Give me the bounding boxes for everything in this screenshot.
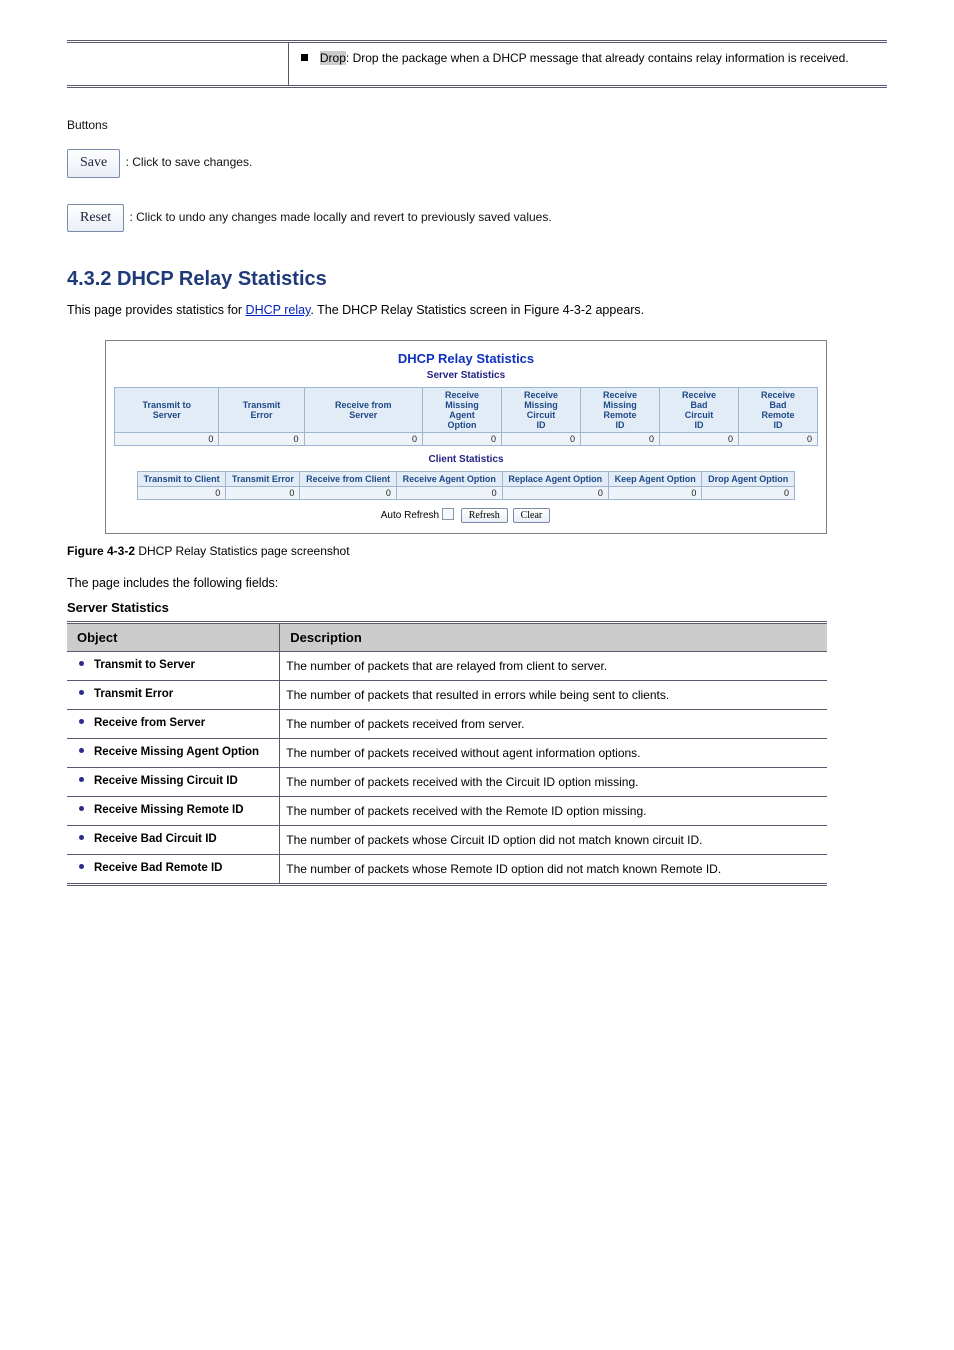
server-col: ReceiveBadRemoteID — [738, 388, 817, 433]
dhcp-relay-stats-screenshot: DHCP Relay Statistics Server Statistics … — [105, 340, 827, 534]
shot-subtitle-server: Server Statistics — [106, 370, 826, 381]
auto-refresh-label: Auto Refresh — [381, 510, 439, 521]
table-row: Transmit to ServerThe number of packets … — [67, 652, 827, 681]
client-val: 0 — [502, 487, 608, 500]
field-object: Receive Bad Circuit ID — [67, 826, 280, 855]
client-col: Drop Agent Option — [702, 472, 795, 487]
server-col: ReceiveMissingCircuitID — [501, 388, 580, 433]
field-desc: The number of packets received with the … — [280, 768, 827, 797]
bullet-icon — [79, 690, 84, 695]
client-col: Transmit Error — [226, 472, 300, 487]
client-col: Transmit to Client — [138, 472, 226, 487]
client-col: Replace Agent Option — [502, 472, 608, 487]
field-object: Receive Bad Remote ID — [67, 855, 280, 885]
client-val: 0 — [396, 487, 502, 500]
buttons-heading: Buttons — [67, 116, 887, 135]
table-row: Transmit ErrorThe number of packets that… — [67, 681, 827, 710]
server-val: 0 — [501, 433, 580, 446]
bullet-icon — [79, 748, 84, 753]
server-val: 0 — [304, 433, 422, 446]
server-col: ReceiveMissingRemoteID — [580, 388, 659, 433]
col-description: Description — [280, 623, 827, 652]
client-col: Keep Agent Option — [608, 472, 702, 487]
server-val: 0 — [738, 433, 817, 446]
server-col: ReceiveMissingAgentOption — [422, 388, 501, 433]
bullet-icon — [79, 777, 84, 782]
bullet-icon — [79, 806, 84, 811]
bullet-icon — [79, 864, 84, 869]
table-row: Receive Missing Remote IDThe number of p… — [67, 797, 827, 826]
field-object: Receive Missing Circuit ID — [67, 768, 280, 797]
client-val: 0 — [608, 487, 702, 500]
table-row: Receive Missing Circuit IDThe number of … — [67, 768, 827, 797]
client-val: 0 — [138, 487, 226, 500]
section-heading: 4.3.2 DHCP Relay Statistics — [67, 268, 887, 291]
bullet-icon — [79, 661, 84, 666]
server-stats-table: Transmit toServerTransmitErrorReceive fr… — [114, 387, 818, 446]
server-val: 0 — [115, 433, 219, 446]
field-desc: The number of packets received from serv… — [280, 710, 827, 739]
table-row: Receive Missing Agent OptionThe number o… — [67, 739, 827, 768]
client-stats-table: Transmit to ClientTransmit ErrorReceive … — [137, 471, 795, 500]
desc-intro: The page includes the following fields: — [67, 576, 887, 590]
client-val: 0 — [226, 487, 300, 500]
field-desc: The number of packets that resulted in e… — [280, 681, 827, 710]
server-stats-heading: Server Statistics — [67, 600, 887, 615]
table-row: Receive from ServerThe number of packets… — [67, 710, 827, 739]
save-desc: : Click to save changes. — [126, 155, 253, 169]
auto-refresh-checkbox[interactable] — [442, 508, 454, 520]
field-desc: The number of packets whose Remote ID op… — [280, 855, 827, 885]
server-val: 0 — [580, 433, 659, 446]
clear-button[interactable]: Clear — [513, 508, 551, 523]
relay-info-policy-row: Drop: Drop the package when a DHCP messa… — [67, 40, 887, 88]
server-val: 0 — [422, 433, 501, 446]
server-col: Transmit toServer — [115, 388, 219, 433]
server-col: TransmitError — [219, 388, 304, 433]
drop-option-label: Drop — [320, 51, 346, 65]
client-col: Receive Agent Option — [396, 472, 502, 487]
field-object: Receive Missing Remote ID — [67, 797, 280, 826]
shot-subtitle-client: Client Statistics — [106, 454, 826, 465]
bullet-icon — [79, 719, 84, 724]
table-row: Receive Bad Circuit IDThe number of pack… — [67, 826, 827, 855]
field-object: Transmit to Server — [67, 652, 280, 681]
reset-button[interactable]: Reset — [67, 204, 124, 232]
figure-caption: Figure 4-3-2 DHCP Relay Statistics page … — [67, 544, 887, 558]
field-desc: The number of packets whose Circuit ID o… — [280, 826, 827, 855]
field-object: Receive from Server — [67, 710, 280, 739]
client-val: 0 — [300, 487, 396, 500]
client-val: 0 — [702, 487, 795, 500]
drop-option-desc: : Drop the package when a DHCP message t… — [346, 51, 849, 65]
field-desc: The number of packets received without a… — [280, 739, 827, 768]
dhcp-relay-link[interactable]: DHCP relay — [246, 303, 311, 317]
server-col: Receive fromServer — [304, 388, 422, 433]
section-body: This page provides statistics for DHCP r… — [67, 301, 887, 320]
col-object: Object — [67, 623, 280, 652]
field-desc: The number of packets that are relayed f… — [280, 652, 827, 681]
fields-description-table: Object Description Transmit to ServerThe… — [67, 621, 827, 886]
table-row: Receive Bad Remote IDThe number of packe… — [67, 855, 827, 885]
save-button[interactable]: Save — [67, 149, 120, 177]
field-desc: The number of packets received with the … — [280, 797, 827, 826]
reset-desc: : Click to undo any changes made locally… — [129, 210, 551, 224]
shot-title: DHCP Relay Statistics — [106, 351, 826, 366]
server-val: 0 — [219, 433, 304, 446]
refresh-button[interactable]: Refresh — [461, 508, 508, 523]
bullet-icon — [79, 835, 84, 840]
server-col: ReceiveBadCircuitID — [659, 388, 738, 433]
square-bullet-icon — [301, 54, 308, 61]
field-object: Receive Missing Agent Option — [67, 739, 280, 768]
client-col: Receive from Client — [300, 472, 396, 487]
field-object: Transmit Error — [67, 681, 280, 710]
server-val: 0 — [659, 433, 738, 446]
